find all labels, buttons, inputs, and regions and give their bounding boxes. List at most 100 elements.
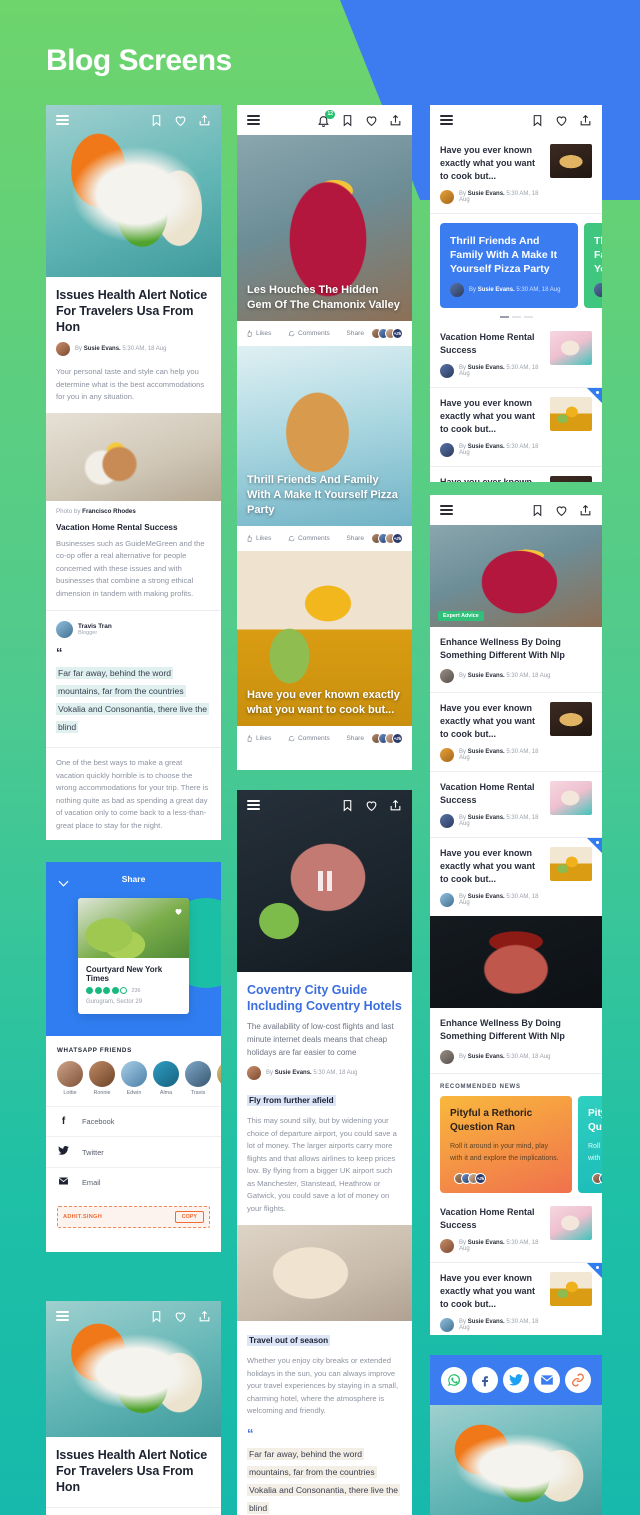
bookmark-icon[interactable] xyxy=(150,114,163,127)
list-item[interactable]: Have you ever known exactly what you wan… xyxy=(430,1263,602,1335)
share-preview-card[interactable]: Courtyard New York Times 236 Gurugram, S… xyxy=(78,898,189,1014)
bookmark-flag-icon xyxy=(587,388,602,403)
share-icon[interactable] xyxy=(198,1310,211,1323)
heart-icon[interactable] xyxy=(365,114,378,127)
share-button[interactable]: Share +2k xyxy=(346,328,403,339)
heart-icon[interactable] xyxy=(555,504,568,517)
whatsapp-icon[interactable] xyxy=(440,1367,467,1393)
list-item[interactable]: Have you ever known exactly what you wan… xyxy=(430,135,602,213)
share-row-facebook[interactable]: f Facebook xyxy=(46,1106,221,1136)
feed-post-image[interactable]: Have you ever known exactly what you wan… xyxy=(237,551,412,726)
action-bar: Likes Comments Share +2k xyxy=(237,726,412,751)
body-paragraph: This may sound silly, but by widening yo… xyxy=(247,1116,397,1213)
featured-card-strip[interactable]: Thrill Friends And Family With A Make It… xyxy=(430,214,602,308)
bell-icon[interactable]: 12 xyxy=(317,109,335,127)
featured-card[interactable]: Thrill Friends And Family With A Make It… xyxy=(440,223,578,308)
share-button[interactable]: Share +2k xyxy=(346,533,403,544)
avatar xyxy=(440,748,454,762)
bookmark-icon[interactable] xyxy=(341,114,354,127)
hero-title: Enhance Wellness By Doing Something Diff… xyxy=(440,637,565,660)
share-button[interactable]: Share +2k xyxy=(346,733,403,744)
likes-button[interactable]: Likes xyxy=(246,535,271,542)
share-count: +2k xyxy=(392,328,403,339)
link-icon[interactable] xyxy=(565,1367,592,1393)
featured-card-meta: By Susie Evans. 5:30 AM, 18 Aug xyxy=(450,283,568,297)
featured-card-title: Thrill Friends And Family With A Make It… xyxy=(594,235,602,275)
chevron-down-icon[interactable] xyxy=(58,874,69,892)
feed-post-image[interactable]: Les Houches The Hidden Gem Of The Chamon… xyxy=(237,135,412,321)
feed-post-image[interactable]: Thrill Friends And Family With A Make It… xyxy=(237,346,412,526)
list-item-thumbnail xyxy=(550,331,592,365)
share-row-email[interactable]: Email xyxy=(46,1167,221,1197)
bookmark-icon[interactable] xyxy=(150,1310,163,1323)
share-icon[interactable] xyxy=(579,114,592,127)
recommended-card[interactable]: Pityful a Rethoric Question Ran Roll it … xyxy=(578,1096,602,1193)
comments-button[interactable]: Comments xyxy=(288,735,330,742)
notification-badge: 12 xyxy=(325,109,335,119)
bookmark-icon[interactable] xyxy=(531,504,544,517)
heart-icon[interactable] xyxy=(365,799,378,812)
recommended-card[interactable]: Pityful a Rethoric Question Ran Roll it … xyxy=(440,1096,572,1193)
avatar-stack: +2k xyxy=(367,328,403,339)
quote-mark-icon: “ xyxy=(56,645,63,660)
hero-title: Enhance Wellness By Doing Something Diff… xyxy=(440,1018,565,1041)
pause-icon[interactable] xyxy=(317,871,332,891)
share-icon[interactable] xyxy=(389,799,402,812)
copy-button[interactable]: COPY xyxy=(174,1211,204,1223)
bookmark-icon[interactable] xyxy=(531,114,544,127)
list-item-meta: By Susie Evans. 5:30 AM, 18 Aug xyxy=(440,748,542,762)
heart-icon[interactable] xyxy=(555,114,568,127)
twitter-icon[interactable] xyxy=(502,1367,529,1393)
featured-card[interactable]: Thrill Friends And Family With A Make It… xyxy=(584,223,602,308)
friend-item[interactable]: We xyxy=(217,1061,221,1096)
facebook-icon: f xyxy=(61,1116,66,1127)
friend-item[interactable]: Alma xyxy=(153,1061,179,1096)
list-item[interactable]: Vacation Home Rental Success By Susie Ev… xyxy=(430,322,602,387)
avatar xyxy=(440,893,454,907)
likes-button[interactable]: Likes xyxy=(246,735,271,742)
list-item[interactable]: Vacation Home Rental Success By Susie Ev… xyxy=(430,772,602,837)
facebook-icon[interactable] xyxy=(471,1367,498,1393)
share-icon[interactable] xyxy=(198,114,211,127)
recommended-card-strip[interactable]: Pityful a Rethoric Question Ran Roll it … xyxy=(430,1096,602,1193)
hero-image-drink[interactable]: Expert Advice xyxy=(430,525,602,627)
bookmark-icon[interactable] xyxy=(341,799,354,812)
friend-item[interactable]: Lottie xyxy=(57,1061,83,1096)
hamburger-icon[interactable] xyxy=(56,115,69,125)
recommended-heading: RECOMMENDED NEWS xyxy=(440,1084,521,1090)
article-title: Issues Health Alert Notice For Travelers… xyxy=(56,288,208,334)
share-icon[interactable] xyxy=(389,114,402,127)
page-title: Blog Screens xyxy=(46,44,232,77)
hero-image-portrait[interactable] xyxy=(430,916,602,1008)
friend-item[interactable]: Ronnie xyxy=(89,1061,115,1096)
list-item[interactable]: Have you ever known exactly what you wan… xyxy=(430,838,602,916)
list-item[interactable]: Vacation Home Rental Success By Susie Ev… xyxy=(430,1193,602,1262)
list-item[interactable]: Have you ever known exactly what you wan… xyxy=(430,388,602,466)
comments-button[interactable]: Comments xyxy=(288,330,330,337)
list-item-title: Vacation Home Rental Success xyxy=(440,332,535,355)
hamburger-icon[interactable] xyxy=(440,505,453,515)
hero-video-steak[interactable] xyxy=(237,790,412,972)
email-icon[interactable] xyxy=(534,1367,561,1393)
list-item[interactable]: Have you ever known exactly what you wan… xyxy=(430,467,602,482)
comments-button[interactable]: Comments xyxy=(288,535,330,542)
heart-icon[interactable] xyxy=(174,114,187,127)
likes-button[interactable]: Likes xyxy=(246,330,271,337)
avatar-stack: +2k xyxy=(367,733,403,744)
hamburger-icon[interactable] xyxy=(247,115,260,125)
share-row-twitter[interactable]: Twitter xyxy=(46,1136,221,1167)
list-item[interactable]: Have you ever known exactly what you wan… xyxy=(430,693,602,771)
carousel-dots[interactable] xyxy=(430,308,602,322)
share-icon[interactable] xyxy=(579,504,592,517)
friend-item[interactable]: Travis xyxy=(185,1061,211,1096)
heart-icon[interactable] xyxy=(174,1310,187,1323)
avatar xyxy=(440,190,454,204)
copy-link-box[interactable]: ADHIT.SINGH COPY xyxy=(57,1206,210,1228)
hamburger-icon[interactable] xyxy=(247,800,260,810)
hamburger-icon[interactable] xyxy=(56,1311,69,1321)
inline-image-eggs xyxy=(46,412,221,501)
heart-icon[interactable] xyxy=(174,903,183,921)
friend-item[interactable]: Edwin xyxy=(121,1061,147,1096)
list-item-title: Have you ever known exactly what you wan… xyxy=(440,703,536,739)
hamburger-icon[interactable] xyxy=(440,115,453,125)
